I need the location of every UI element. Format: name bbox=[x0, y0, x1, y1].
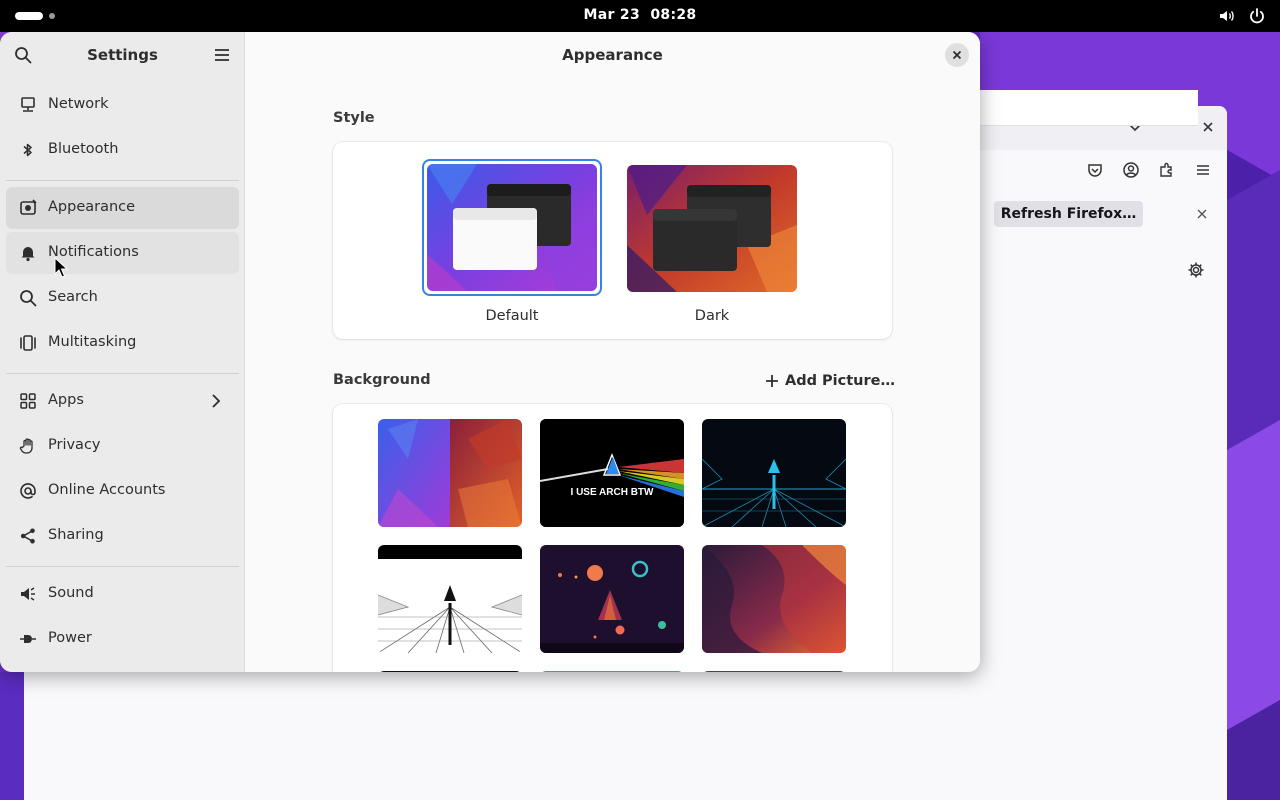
bluetooth-icon bbox=[23, 143, 32, 157]
wallpaper-thumbnail[interactable] bbox=[378, 545, 522, 653]
close-window-icon[interactable] bbox=[1200, 119, 1216, 135]
wallpaper-thumbnail[interactable] bbox=[378, 671, 522, 672]
sidebar-item-label: Search bbox=[48, 289, 98, 305]
sidebar-item-label: Network bbox=[48, 96, 109, 112]
style-card: Default Dark bbox=[333, 142, 892, 339]
sidebar-item-bluetooth[interactable]: Bluetooth bbox=[6, 129, 239, 171]
multitasking-icon bbox=[20, 335, 36, 351]
apps-grid-icon bbox=[20, 393, 36, 409]
sidebar-item-multitasking[interactable]: Multitasking bbox=[6, 322, 239, 364]
clock[interactable]: Mar 23 08:28 bbox=[0, 7, 1280, 23]
sidebar-separator bbox=[6, 373, 239, 374]
sidebar-item-notifications[interactable]: Notifications bbox=[6, 232, 239, 274]
search-icon bbox=[20, 290, 37, 307]
add-picture-label: Add Picture… bbox=[785, 373, 895, 389]
sidebar-item-privacy[interactable]: Privacy bbox=[6, 425, 239, 467]
wallpaper-thumbnail[interactable] bbox=[540, 545, 684, 653]
bell-icon bbox=[21, 247, 35, 262]
sidebar-item-label: Bluetooth bbox=[48, 141, 119, 157]
wallpaper-thumbnail[interactable] bbox=[702, 545, 846, 653]
wallpaper-thumbnail[interactable] bbox=[540, 671, 684, 672]
account-icon[interactable] bbox=[1122, 161, 1140, 179]
sidebar-item-label: Appearance bbox=[48, 199, 136, 215]
volume-icon bbox=[1220, 11, 1234, 21]
share-icon bbox=[20, 528, 35, 544]
settings-sidebar: Settings Network Bluetooth Appearance No… bbox=[0, 32, 245, 672]
sidebar-item-label: Power bbox=[48, 630, 92, 646]
speaker-icon bbox=[21, 587, 35, 601]
sidebar-item-label: Sharing bbox=[48, 527, 104, 543]
sidebar-header: Settings bbox=[0, 32, 245, 78]
power-icon bbox=[1250, 8, 1264, 24]
chevron-right-icon bbox=[212, 394, 221, 408]
sidebar-item-search[interactable]: Search bbox=[6, 277, 239, 319]
appearance-icon bbox=[20, 199, 37, 215]
sidebar-item-sound[interactable]: Sound bbox=[6, 573, 239, 615]
sidebar-item-label: Multitasking bbox=[48, 334, 137, 350]
sidebar-separator bbox=[6, 180, 239, 181]
sidebar-item-label: Online Accounts bbox=[48, 482, 166, 498]
system-tray[interactable] bbox=[1218, 7, 1266, 25]
wallpaper-thumbnail[interactable]: I USE ARCH BTW bbox=[540, 419, 684, 527]
hand-icon bbox=[19, 438, 33, 454]
background-section-title: Background bbox=[333, 372, 431, 388]
style-label-default: Default bbox=[485, 308, 539, 324]
sidebar-item-appearance[interactable]: Appearance bbox=[6, 187, 239, 229]
clock-date: Mar 23 bbox=[583, 7, 640, 23]
firefox-notification-bar bbox=[958, 90, 1198, 126]
pocket-icon[interactable] bbox=[1086, 161, 1104, 179]
add-picture-button[interactable]: Add Picture… bbox=[765, 371, 895, 391]
sidebar-item-label: Privacy bbox=[48, 437, 101, 453]
power-plug-icon bbox=[20, 635, 36, 643]
wallpaper-caption: I USE ARCH BTW bbox=[571, 487, 655, 498]
sidebar-item-online-accounts[interactable]: Online Accounts bbox=[6, 470, 239, 512]
sidebar-item-apps[interactable]: Apps bbox=[6, 380, 239, 422]
default-style-preview bbox=[427, 164, 597, 291]
extensions-icon[interactable] bbox=[1158, 161, 1176, 179]
main-menu-icon[interactable] bbox=[213, 46, 231, 64]
refresh-firefox-button[interactable]: Refresh Firefox… bbox=[994, 201, 1143, 227]
background-card: I USE ARCH BTW bbox=[333, 404, 892, 672]
page-title: Appearance bbox=[562, 46, 663, 64]
sidebar-separator bbox=[6, 566, 239, 567]
wallpaper-thumbnail[interactable] bbox=[378, 419, 522, 527]
notification-close-icon[interactable] bbox=[1195, 207, 1209, 221]
close-icon bbox=[952, 50, 962, 60]
sidebar-item-sharing[interactable]: Sharing bbox=[6, 515, 239, 557]
network-icon bbox=[21, 97, 35, 112]
style-section-title: Style bbox=[333, 110, 375, 126]
wallpaper-thumbnail[interactable] bbox=[702, 419, 846, 527]
plus-icon bbox=[766, 375, 778, 387]
settings-window: Settings Network Bluetooth Appearance No… bbox=[0, 32, 980, 672]
hamburger-menu-icon[interactable] bbox=[1194, 161, 1212, 179]
sidebar-item-label: Apps bbox=[48, 392, 84, 408]
sidebar-item-power[interactable]: Power bbox=[6, 618, 239, 660]
sidebar-item-network[interactable]: Network bbox=[6, 84, 239, 126]
gear-icon[interactable] bbox=[1187, 261, 1205, 279]
at-icon bbox=[20, 483, 36, 499]
style-label-dark: Dark bbox=[694, 308, 730, 324]
top-bar: Mar 23 08:28 bbox=[0, 0, 1280, 32]
appearance-panel: Appearance Style Default Dark Background… bbox=[245, 32, 980, 672]
sidebar-title: Settings bbox=[87, 46, 158, 64]
clock-time: 08:28 bbox=[650, 7, 697, 23]
close-button[interactable] bbox=[945, 43, 969, 67]
sidebar-item-label: Sound bbox=[48, 585, 94, 601]
wallpaper-thumbnail[interactable] bbox=[702, 671, 846, 672]
mouse-cursor-icon bbox=[54, 257, 68, 278]
style-option-dark[interactable] bbox=[627, 165, 797, 292]
